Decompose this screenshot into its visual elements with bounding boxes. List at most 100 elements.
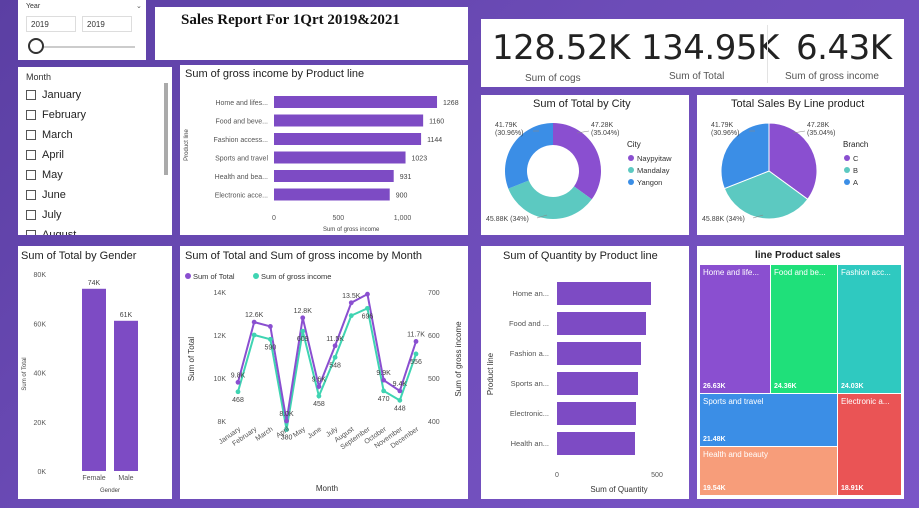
- treemap-cell-label: Food and be...: [774, 268, 826, 277]
- year-from-input[interactable]: 2019: [26, 16, 76, 32]
- qty-by-product-panel: Sum of Quantity by Product line Product …: [481, 246, 689, 499]
- month-item-may[interactable]: May: [26, 165, 166, 185]
- y-axis-label: Sum of Total: [187, 337, 196, 382]
- treemap-cell[interactable]: Health and beauty 19.54K: [700, 447, 837, 495]
- treemap-cell[interactable]: Home and life... 26.63K: [700, 265, 770, 393]
- y-tick-label: 14K: [214, 290, 227, 297]
- slice-label: (35.04%): [591, 130, 619, 137]
- month-item-june[interactable]: June: [26, 185, 166, 205]
- year-slider-track: [30, 46, 135, 48]
- month-item-january[interactable]: January: [26, 85, 166, 105]
- data-label: 470: [378, 396, 390, 403]
- bar: [557, 402, 636, 425]
- tick-label: Electronic...: [510, 409, 549, 418]
- y-tick-label: 12K: [214, 333, 227, 340]
- month-item-august[interactable]: August: [26, 225, 166, 235]
- month-item-july[interactable]: July: [26, 205, 166, 225]
- bar: [274, 188, 390, 201]
- y-tick-label: 80K: [34, 272, 47, 279]
- checkbox[interactable]: [26, 130, 36, 140]
- treemap-cell[interactable]: Fashion acc... 24.03K: [838, 265, 901, 393]
- treemap-cell[interactable]: Food and be... 24.36K: [771, 265, 837, 393]
- tick-label: Electronic acce...: [215, 193, 268, 200]
- year-to-input[interactable]: 2019: [82, 16, 132, 32]
- treemap-cell[interactable]: Sports and travel 21.48K: [700, 394, 837, 446]
- treemap-cell-label: Sports and travel: [703, 397, 764, 406]
- x-axis-label: Gender: [100, 488, 120, 494]
- checkbox[interactable]: [26, 210, 36, 220]
- total-by-city-title: Sum of Total by City: [533, 98, 631, 110]
- month-item-april[interactable]: April: [26, 145, 166, 165]
- legend-label: A: [853, 178, 858, 187]
- legend-title: Branch: [843, 140, 868, 149]
- y-tick-label: 10K: [214, 376, 227, 383]
- year-slider-handle[interactable]: [28, 38, 44, 54]
- month-item-february[interactable]: February: [26, 105, 166, 125]
- legend-marker: [844, 155, 850, 161]
- checkbox[interactable]: [26, 150, 36, 160]
- kpi-total-value: 134.95K: [641, 28, 779, 68]
- treemap-panel: line Product sales Home and life... 26.63…: [697, 246, 904, 499]
- legend-label: Sum of gross income: [261, 272, 331, 281]
- tick-label: Home an...: [512, 289, 549, 298]
- legend-marker: [185, 273, 191, 279]
- checkbox[interactable]: [26, 90, 36, 100]
- checkbox[interactable]: [26, 110, 36, 120]
- bar: [557, 372, 638, 395]
- sales-by-line-title: Total Sales By Line product: [731, 98, 865, 110]
- slice-label: (30.96%): [495, 130, 523, 137]
- month-item-label: January: [42, 89, 82, 101]
- chevron-down-icon[interactable]: ⌄: [136, 2, 142, 10]
- year-slicer-label: Year: [26, 3, 41, 10]
- tick-label: Sports an...: [511, 379, 549, 388]
- y-axis-label: Product line: [486, 352, 495, 395]
- data-label: 9.4K: [393, 381, 408, 388]
- by-month-chart: Sum of Total Sum of gross income 14K 12K 10K…: [185, 272, 463, 493]
- tick-label: Home and lifes...: [215, 100, 268, 107]
- legend-marker: [628, 167, 634, 173]
- month-item-label: August: [42, 229, 77, 235]
- data-label: 11.5K: [326, 336, 344, 343]
- y2-tick-label: 500: [428, 376, 440, 383]
- month-scrollbar[interactable]: [164, 83, 168, 175]
- report-title-panel: Sales Report For 1Qrt 2019&2021: [155, 7, 468, 60]
- slice-label: 45.88K (34%): [486, 216, 529, 223]
- x-tick-label: Female: [82, 475, 105, 482]
- treemap-chart: Home and life... 26.63K Food and be... 24.3…: [700, 265, 901, 495]
- bar: [274, 133, 422, 145]
- y2-tick-label: 600: [428, 333, 440, 340]
- point-total: [284, 418, 289, 424]
- legend-title: City: [627, 140, 641, 149]
- slice-label: 47.28K: [807, 122, 830, 129]
- x-axis-label: Month: [316, 484, 338, 493]
- kpi-divider: [767, 25, 768, 83]
- data-label: 1144: [427, 137, 442, 144]
- checkbox[interactable]: [26, 190, 36, 200]
- point-total: [316, 384, 322, 389]
- tick-label: Fashion a...: [510, 349, 549, 358]
- total-by-gender-title: Sum of Total by Gender: [21, 250, 137, 262]
- slice-label: 47.28K: [591, 122, 614, 129]
- data-label: 548: [329, 362, 341, 369]
- data-label: 9.8K: [231, 372, 246, 379]
- point-gross: [251, 332, 257, 338]
- month-list: January February March April May June July Augu…: [26, 85, 166, 235]
- checkbox[interactable]: [26, 170, 36, 180]
- treemap-cell[interactable]: Electronic a... 18.91K: [838, 394, 901, 495]
- month-item-label: June: [42, 189, 66, 201]
- kpi-card: 128.52K Sum of cogs 134.95K Sum of Total…: [481, 19, 904, 87]
- data-label: 448: [394, 405, 406, 412]
- point-total: [251, 319, 257, 325]
- tick-label: Health an...: [511, 439, 549, 448]
- month-slicer: Month January February March April May June Ju…: [18, 67, 172, 235]
- slice-label: 41.79K: [711, 122, 734, 129]
- x-tick-label: Male: [118, 475, 133, 482]
- qty-by-product-title: Sum of Quantity by Product line: [503, 250, 658, 262]
- month-item-march[interactable]: March: [26, 125, 166, 145]
- checkbox[interactable]: [26, 230, 36, 235]
- kpi-cogs-value: 128.52K: [492, 28, 630, 68]
- treemap-cell-label: Fashion acc...: [841, 268, 891, 277]
- bar: [274, 170, 394, 182]
- x-tick-label: May: [292, 426, 307, 440]
- y-tick-label: 0K: [37, 469, 46, 476]
